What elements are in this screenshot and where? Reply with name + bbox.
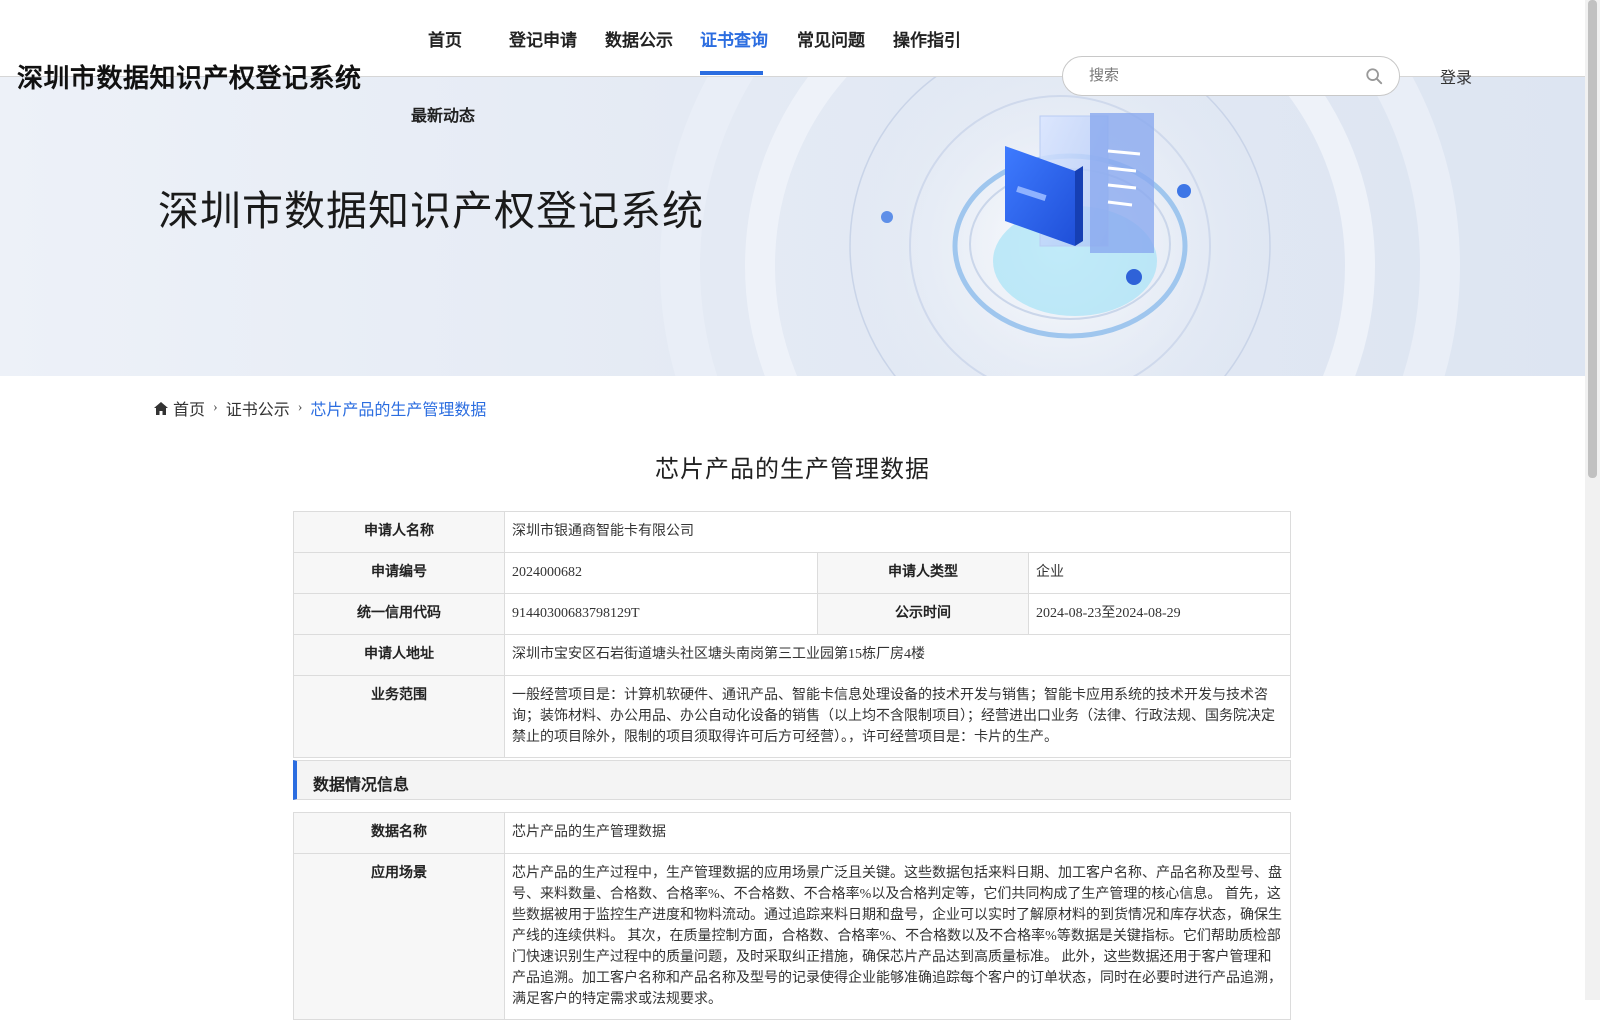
search-box (1062, 56, 1400, 96)
chevron-right-icon: › (297, 400, 303, 415)
hero-banner: 深圳市数据知识产权登记系统 (0, 76, 1585, 376)
table-row: 申请编号 2024000682 申请人类型 企业 (293, 552, 1291, 594)
nav-latest-news[interactable]: 最新动态 (411, 102, 475, 126)
table-row: 数据名称 芯片产品的生产管理数据 (293, 812, 1291, 854)
nav-guide[interactable]: 操作指引 (893, 26, 961, 51)
publicity-time-value: 2024-08-23至2024-08-29 (1028, 593, 1291, 635)
search-icon[interactable] (1365, 67, 1383, 85)
data-name-label: 数据名称 (293, 812, 505, 854)
breadcrumb-current: 芯片产品的生产管理数据 (310, 402, 487, 419)
table-row: 业务范围 一般经营项目是：计算机软硬件、通讯产品、智能卡信息处理设备的技术开发与… (293, 675, 1291, 758)
applicant-type-value: 企业 (1028, 552, 1291, 594)
breadcrumb: 首页 › 证书公示 › 芯片产品的生产管理数据 (154, 396, 486, 420)
banner-title: 深圳市数据知识产权登记系统 (158, 188, 704, 234)
login-link[interactable]: 登录 (1440, 64, 1472, 88)
breadcrumb-certificate-publicity[interactable]: 证书公示 (226, 396, 290, 420)
table-row: 统一信用代码 91440300683798129T 公示时间 2024-08-2… (293, 593, 1291, 635)
applicant-name-value: 深圳市银通商智能卡有限公司 (504, 511, 1291, 553)
chevron-right-icon: › (213, 400, 218, 415)
nav-faq[interactable]: 常见问题 (797, 26, 865, 51)
application-number-label: 申请编号 (293, 552, 505, 594)
nav-home[interactable]: 首页 (428, 26, 462, 51)
application-scenario-value: 芯片产品的生产过程中，生产管理数据的应用场景广泛且关键。这些数据包括来料日期、加… (504, 853, 1291, 1020)
business-scope-label: 业务范围 (293, 675, 505, 758)
table-row: 申请人名称 深圳市银通商智能卡有限公司 (293, 511, 1291, 553)
site-title[interactable]: 深圳市数据知识产权登记系统 (17, 58, 362, 95)
applicant-address-value: 深圳市宝安区石岩街道塘头社区塘头南岗第三工业园第15栋厂房4楼 (504, 634, 1291, 676)
data-name-value: 芯片产品的生产管理数据 (504, 812, 1291, 854)
applicant-type-label: 申请人类型 (817, 552, 1029, 594)
section-title: 数据情况信息 (313, 777, 410, 794)
nav-certificate-query[interactable]: 证书查询 (700, 26, 768, 51)
table-row: 申请人地址 深圳市宝安区石岩街道塘头社区塘头南岗第三工业园第15栋厂房4楼 (293, 634, 1291, 676)
credit-code-value: 91440300683798129T (504, 593, 818, 635)
page-title: 芯片产品的生产管理数据 (655, 457, 930, 483)
publicity-time-label: 公示时间 (817, 593, 1029, 635)
credit-code-label: 统一信用代码 (293, 593, 505, 635)
breadcrumb-home[interactable]: 首页 (173, 396, 205, 420)
scrollbar-thumb[interactable] (1588, 0, 1597, 478)
nav-data-publicity[interactable]: 数据公示 (605, 26, 673, 51)
applicant-name-label: 申请人名称 (293, 511, 505, 553)
application-number-value: 2024000682 (504, 552, 818, 594)
home-icon[interactable] (154, 401, 168, 415)
data-info-section-header: 数据情况信息 (293, 760, 1291, 800)
applicant-address-label: 申请人地址 (293, 634, 505, 676)
table-row: 应用场景 芯片产品的生产过程中，生产管理数据的应用场景广泛且关键。这些数据包括来… (293, 853, 1291, 1020)
page-scrollbar[interactable] (1585, 0, 1600, 1000)
search-input[interactable] (1087, 64, 1351, 88)
data-info-table: 数据名称 芯片产品的生产管理数据 应用场景 芯片产品的生产过程中，生产管理数据的… (293, 812, 1291, 1020)
active-nav-indicator (700, 71, 763, 75)
application-scenario-label: 应用场景 (293, 853, 505, 1020)
nav-register-apply[interactable]: 登记申请 (509, 26, 577, 51)
applicant-info-table: 申请人名称 深圳市银通商智能卡有限公司 申请编号 2024000682 申请人类… (293, 511, 1291, 758)
business-scope-value: 一般经营项目是：计算机软硬件、通讯产品、智能卡信息处理设备的技术开发与销售；智能… (504, 675, 1291, 758)
